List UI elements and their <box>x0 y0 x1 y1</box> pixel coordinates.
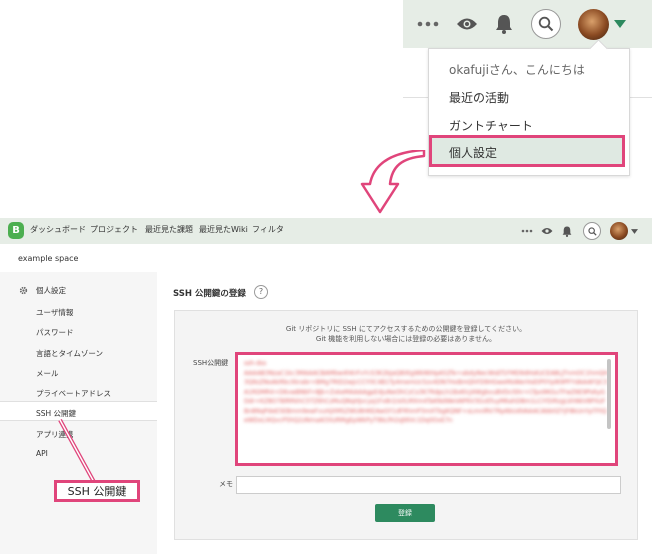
textarea-scrollbar[interactable] <box>607 359 611 429</box>
help-icon-glyph: ? <box>258 287 264 296</box>
page-title: SSH 公開鍵の登録 <box>173 289 246 299</box>
chevron-down-icon[interactable] <box>613 18 627 30</box>
ssh-key-body: AAAAB3NzaC1kc3MAAACBAMbw4hKrFvYcS3K2bJaQ… <box>244 369 609 425</box>
eye-icon[interactable] <box>453 13 481 35</box>
search-icon[interactable] <box>531 9 561 39</box>
ssh-key-header: ssh-dss <box>244 360 267 367</box>
nav-dashboard[interactable]: ダッシュボード <box>30 224 86 235</box>
space-bar: example space <box>0 244 652 273</box>
ssh-key-textarea[interactable]: ssh-dss AAAAB3NzaC1kc3MAAACBAMbw4hKrFvYc… <box>235 352 618 466</box>
callout-connector <box>58 419 96 483</box>
ssh-key-value: ssh-dss AAAAB3NzaC1kc3MAAACBAMbw4hKrFvYc… <box>244 359 609 426</box>
sidebar-item-password[interactable]: パスワード <box>36 327 74 338</box>
nav-projects[interactable]: プロジェクト <box>90 224 138 235</box>
bell-icon[interactable] <box>561 225 573 237</box>
main-content: SSH 公開鍵の登録 ? Git リポジトリに SSH にてアクセスするための公… <box>157 272 652 554</box>
nav-filter[interactable]: フィルタ <box>252 224 284 235</box>
bell-icon[interactable] <box>491 12 517 36</box>
sidebar-item-api[interactable]: API <box>36 449 48 458</box>
sidebar-section-title: 個人設定 <box>36 286 66 295</box>
zoom-header <box>403 0 652 48</box>
space-name[interactable]: example space <box>18 254 78 263</box>
memo-input[interactable] <box>236 476 621 494</box>
more-icon[interactable] <box>413 14 443 34</box>
app-header: B ダッシュボード プロジェクト 最近見た課題 最近見たWiki フィルタ <box>0 218 652 244</box>
description-line-1: Git リポジトリに SSH にてアクセスするための公開鍵を登録してください。 <box>285 325 527 333</box>
description-line-2: Git 機能を利用しない場合には登録の必要はありません。 <box>315 335 497 343</box>
ssh-key-form-panel: Git リポジトリに SSH にてアクセスするための公開鍵を登録してください。 … <box>174 310 638 540</box>
avatar[interactable] <box>610 222 628 240</box>
help-icon[interactable]: ? <box>254 285 268 299</box>
search-icon[interactable] <box>583 222 601 240</box>
user-dropdown-menu: okafujiさん、こんにちは 最近の活動 ガントチャート 個人設定 <box>428 39 630 176</box>
nav-recent-issues[interactable]: 最近見た課題 <box>145 224 193 235</box>
memo-label: メモ <box>219 480 233 488</box>
more-icon[interactable] <box>520 228 534 234</box>
menu-item-recent-activity[interactable]: 最近の活動 <box>449 89 509 106</box>
menu-item-personal-settings[interactable]: 個人設定 <box>449 144 497 161</box>
sidebar-item-mail[interactable]: メール <box>36 368 59 379</box>
sidebar-item-user-info[interactable]: ユーザ情報 <box>36 307 73 318</box>
backlog-logo[interactable]: B <box>8 222 24 239</box>
sidebar-item-language-timezone[interactable]: 言語とタイムゾーン <box>36 348 103 359</box>
register-button[interactable]: 登録 <box>375 504 435 522</box>
gear-icon <box>18 285 28 295</box>
ssh-key-label: SSH公開鍵 <box>193 359 229 367</box>
chevron-down-icon[interactable] <box>630 228 638 234</box>
greeting-text: okafujiさん、こんにちは <box>449 63 585 77</box>
menu-item-gantt-chart[interactable]: ガントチャート <box>449 117 533 134</box>
settings-sidebar: 個人設定 ユーザ情報 パスワード 言語とタイムゾーン メール プライベートアドレ… <box>0 272 158 554</box>
eye-icon[interactable] <box>540 226 554 236</box>
curved-arrow-icon <box>360 150 426 214</box>
sidebar-item-private-address[interactable]: プライベートアドレス <box>36 388 111 399</box>
callout-ssh-key: SSH 公開鍵 <box>54 480 140 502</box>
nav-recent-wiki[interactable]: 最近見たWiki <box>199 224 248 235</box>
avatar[interactable] <box>578 9 609 40</box>
